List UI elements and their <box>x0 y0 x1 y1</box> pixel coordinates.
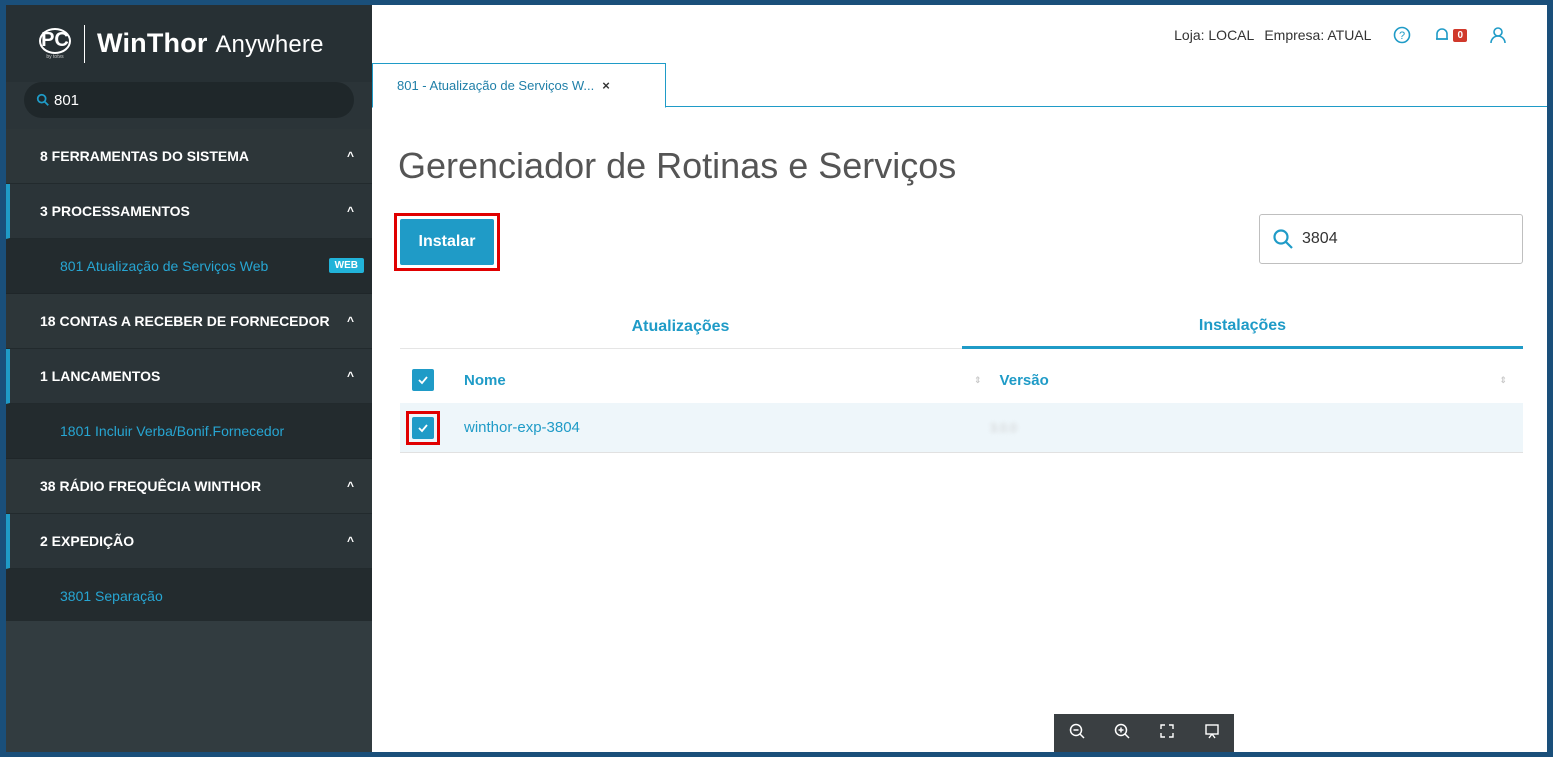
app-frame: PC by totvs WinThor Anywhere 801 8 FERRA… <box>6 5 1547 752</box>
sidebar-subgroup-processamentos[interactable]: 3 PROCESSAMENTOS ^ <box>6 184 372 239</box>
tab-label: 801 - Atualização de Serviços W... <box>397 78 595 93</box>
sidebar-subgroup-label: 3 PROCESSAMENTOS <box>40 203 190 219</box>
store-label: Loja: LOCAL <box>1174 27 1255 43</box>
tab-801[interactable]: 801 - Atualização de Serviços W... × <box>372 63 666 108</box>
search-icon <box>36 93 49 106</box>
chevron-up-icon: ^ <box>346 479 354 493</box>
web-badge: WEB <box>328 258 364 273</box>
install-button[interactable]: Instalar <box>400 219 494 265</box>
pc-logo-text: PC <box>39 27 71 54</box>
zoom-out-icon[interactable] <box>1068 722 1086 745</box>
notification-badge: 0 <box>1453 28 1467 42</box>
app-name: WinThor Anywhere <box>97 28 324 59</box>
sidebar-empty-area <box>6 621 372 752</box>
check-icon <box>418 423 428 432</box>
sort-icon[interactable]: ⇕ <box>1500 375 1508 386</box>
sidebar-subgroup-label: 1 LANCAMENTOS <box>40 368 161 384</box>
chevron-up-icon: ^ <box>346 369 354 383</box>
app-name-bold: WinThor <box>97 28 208 58</box>
sidebar-item-label: 1801 Incluir Verba/Bonif.Fornecedor <box>60 423 285 439</box>
help-icon[interactable]: ? <box>1393 26 1411 44</box>
column-header-versao[interactable]: Versão <box>1000 372 1500 389</box>
sidebar-group-ferramentas[interactable]: 8 FERRAMENTAS DO SISTEMA ^ <box>6 129 372 184</box>
sidebar-subgroup-label: 2 EXPEDIÇÃO <box>40 533 135 549</box>
sidebar-item-label: 3801 Separação <box>60 588 163 604</box>
sidebar-item-label: 801 Atualização de Serviços Web <box>60 258 269 274</box>
tab-atualizacoes[interactable]: Atualizações <box>400 305 961 349</box>
user-icon[interactable] <box>1489 26 1507 44</box>
app-name-light: Anywhere <box>215 31 324 58</box>
chevron-up-icon: ^ <box>346 534 354 548</box>
chevron-up-icon: ^ <box>346 314 354 328</box>
bell-icon[interactable]: 0 <box>1433 26 1467 44</box>
pc-logo: PC by totvs <box>36 25 74 63</box>
brand-divider <box>84 24 85 63</box>
brand-header: PC by totvs WinThor Anywhere <box>6 5 372 82</box>
sidebar-item-1801[interactable]: 1801 Incluir Verba/Bonif.Fornecedor <box>6 404 372 459</box>
sidebar-subgroup-expedicao[interactable]: 2 EXPEDIÇÃO ^ <box>6 514 372 569</box>
row-checkbox[interactable] <box>412 416 434 439</box>
column-header-nome[interactable]: Nome <box>464 372 974 389</box>
sidebar-group-radio-frequencia[interactable]: 38 RÁDIO FREQUÊCIA WINTHOR ^ <box>6 459 372 514</box>
row-name: winthor-exp-3804 <box>464 419 580 436</box>
table-row[interactable]: winthor-exp-3804 3.0.0 <box>400 403 1523 453</box>
sidebar-item-3801[interactable]: 3801 Separação <box>6 569 372 624</box>
sidebar: PC by totvs WinThor Anywhere 801 8 FERRA… <box>6 5 372 752</box>
row-version: 3.0.0 <box>990 420 1017 435</box>
search-icon <box>1273 229 1293 249</box>
chevron-up-icon: ^ <box>346 204 354 218</box>
sort-icon[interactable]: ⇕ <box>974 375 982 386</box>
table-header: Nome ⇕ Versão ⇕ <box>400 357 1523 403</box>
company-label: Empresa: ATUAL <box>1264 27 1372 43</box>
sidebar-subgroup-lancamentos[interactable]: 1 LANCAMENTOS ^ <box>6 349 372 404</box>
tab-instalacoes[interactable]: Instalações <box>962 305 1523 349</box>
sidebar-search-input[interactable]: 801 <box>24 82 354 118</box>
install-button-highlight: Instalar <box>394 213 500 271</box>
service-search-input[interactable]: 3804 <box>1259 214 1523 264</box>
svg-text:?: ? <box>1399 30 1405 42</box>
top-bar: Loja: LOCAL Empresa: ATUAL ? 0 <box>1164 5 1547 65</box>
sidebar-group-contas-receber[interactable]: 18 CONTAS A RECEBER DE FORNECEDOR ^ <box>6 294 372 349</box>
content-tabs: Atualizações Instalações <box>400 305 1523 349</box>
sidebar-group-label: 38 RÁDIO FREQUÊCIA WINTHOR <box>40 478 262 494</box>
page-title: Gerenciador de Rotinas e Serviços <box>398 145 957 186</box>
tab-bar: 801 - Atualização de Serviços W... × <box>372 63 1547 108</box>
close-icon[interactable]: × <box>602 78 610 93</box>
fit-screen-icon[interactable] <box>1158 722 1176 745</box>
zoom-in-icon[interactable] <box>1113 722 1131 745</box>
select-all-checkbox[interactable] <box>412 369 434 391</box>
check-icon <box>418 376 428 385</box>
main-content: Loja: LOCAL Empresa: ATUAL ? 0 801 - Atu… <box>372 5 1547 752</box>
presentation-icon[interactable] <box>1203 722 1221 745</box>
sidebar-search-value: 801 <box>54 91 80 109</box>
sidebar-group-label: 8 FERRAMENTAS DO SISTEMA <box>40 148 249 164</box>
row-checkbox-highlight <box>406 410 440 445</box>
pc-logo-sub: by totvs <box>46 53 64 60</box>
sidebar-menu: 8 FERRAMENTAS DO SISTEMA ^ 3 PROCESSAMEN… <box>6 129 372 624</box>
chevron-up-icon: ^ <box>346 149 354 163</box>
sidebar-item-801[interactable]: 801 Atualização de Serviços Web WEB <box>6 239 372 294</box>
search-value: 3804 <box>1302 230 1338 247</box>
sidebar-group-label: 18 CONTAS A RECEBER DE FORNECEDOR <box>40 313 330 329</box>
zoom-toolbar <box>1054 714 1234 752</box>
